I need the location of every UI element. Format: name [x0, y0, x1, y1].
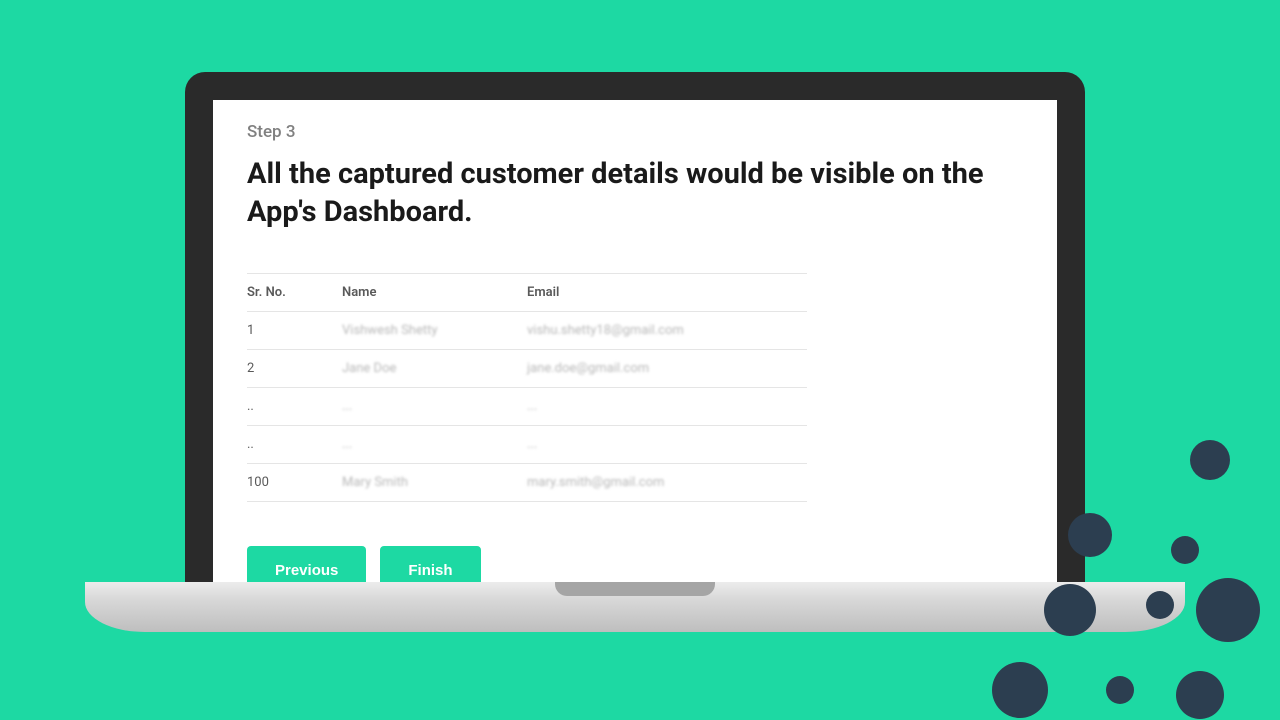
cell-email: mary.smith@gmail.com [527, 475, 807, 490]
cell-sr: .. [247, 437, 342, 452]
laptop-bezel: Step 3 All the captured customer details… [185, 72, 1085, 582]
cell-sr: 2 [247, 361, 342, 376]
cell-name: Mary Smith [342, 475, 527, 490]
cell-email: jane.doe@gmail.com [527, 361, 807, 376]
cell-email: vishu.shetty18@gmail.com [527, 323, 807, 338]
table-row: .. ... ... [247, 388, 807, 426]
cell-name: Jane Doe [342, 361, 527, 376]
table-header-email: Email [527, 285, 807, 300]
cell-sr: 100 [247, 475, 342, 490]
step-label: Step 3 [247, 122, 1023, 142]
cell-name: ... [342, 437, 527, 452]
table-row: 1 Vishwesh Shetty vishu.shetty18@gmail.c… [247, 312, 807, 350]
laptop-notch [555, 582, 715, 596]
cell-email: ... [527, 437, 807, 452]
cell-sr: .. [247, 399, 342, 414]
decorative-dots-icon [960, 420, 1260, 720]
cell-sr: 1 [247, 323, 342, 338]
app-screen: Step 3 All the captured customer details… [213, 100, 1057, 582]
laptop-mockup: Step 3 All the captured customer details… [185, 72, 1085, 632]
table-header-sr: Sr. No. [247, 285, 342, 300]
table-header-name: Name [342, 285, 527, 300]
finish-button[interactable]: Finish [380, 546, 480, 582]
table-row: .. ... ... [247, 426, 807, 464]
table-row: 2 Jane Doe jane.doe@gmail.com [247, 350, 807, 388]
button-row: Previous Finish [247, 546, 1023, 582]
customer-table: Sr. No. Name Email 1 Vishwesh Shetty vis… [247, 273, 807, 502]
cell-name: Vishwesh Shetty [342, 323, 527, 338]
cell-email: ... [527, 399, 807, 414]
page-heading: All the captured customer details would … [247, 156, 1007, 231]
previous-button[interactable]: Previous [247, 546, 366, 582]
table-header-row: Sr. No. Name Email [247, 273, 807, 312]
table-row: 100 Mary Smith mary.smith@gmail.com [247, 464, 807, 502]
cell-name: ... [342, 399, 527, 414]
